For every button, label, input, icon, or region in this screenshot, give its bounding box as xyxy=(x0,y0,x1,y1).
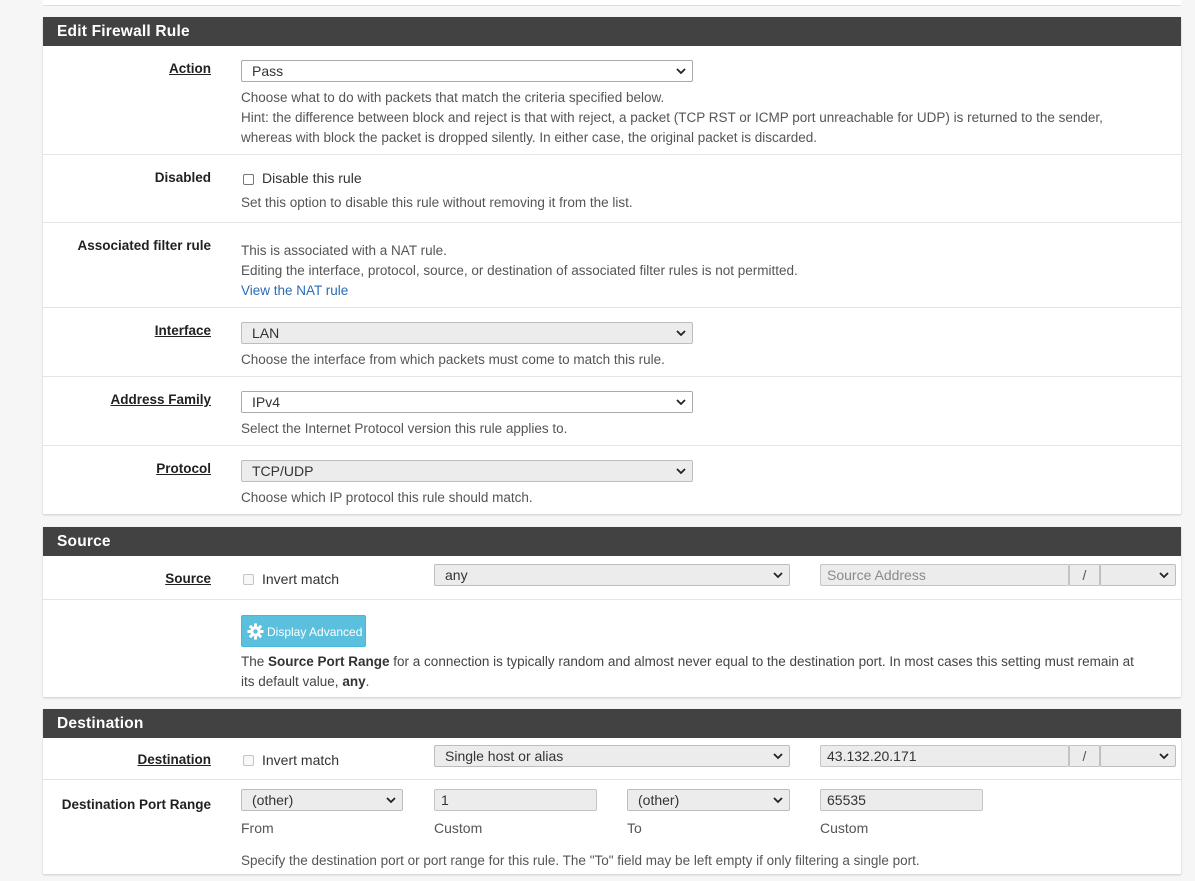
action-help-line-2: Hint: the difference between block and r… xyxy=(241,110,1103,125)
source-type-value: any xyxy=(445,567,468,583)
address-family-row: Address Family IPv4 Select the Internet … xyxy=(43,377,1181,446)
destination-type-select[interactable]: Single host or alias xyxy=(434,745,790,767)
view-nat-rule-link[interactable]: View the NAT rule xyxy=(241,281,348,301)
address-family-select-value: IPv4 xyxy=(252,394,281,410)
port-to-select-value: (other) xyxy=(638,792,680,808)
protocol-select-value: TCP/UDP xyxy=(252,463,314,479)
edit-firewall-rule-panel: Edit Firewall Rule Action Pass Choose wh… xyxy=(43,17,1181,514)
panel-title: Edit Firewall Rule xyxy=(43,17,1181,46)
chevron-down-icon xyxy=(676,68,686,75)
action-select-value: Pass xyxy=(252,63,284,79)
destination-slash: / xyxy=(1069,745,1100,767)
destination-port-range-label: Destination Port Range xyxy=(61,797,211,812)
source-mask-select[interactable] xyxy=(1100,564,1176,586)
source-invert-match-label[interactable]: Invert match xyxy=(262,571,339,587)
source-advanced-help-line-1: The Source Port Range for a connection i… xyxy=(241,652,1171,672)
destination-mask-select[interactable] xyxy=(1100,745,1176,767)
disabled-row: Disabled Disable this rule Set this opti… xyxy=(43,155,1181,223)
chevron-down-icon xyxy=(1159,572,1169,579)
destination-port-range-row: Destination Port Range (other) 1 (other)… xyxy=(43,780,1181,874)
destination-port-from-select[interactable]: (other) xyxy=(241,789,403,811)
associated-line-2: Editing the interface, protocol, source,… xyxy=(241,263,798,278)
chevron-down-icon xyxy=(676,399,686,406)
chevron-down-icon xyxy=(676,468,686,475)
help-prefix: The xyxy=(241,654,269,669)
source-advanced-help: The Source Port Range for a connection i… xyxy=(241,652,1171,692)
protocol-help: Choose which IP protocol this rule shoul… xyxy=(241,490,533,505)
protocol-select[interactable]: TCP/UDP xyxy=(241,460,693,482)
chevron-down-icon xyxy=(1159,753,1169,760)
interface-help: Choose the interface from which packets … xyxy=(241,352,665,367)
to-custom-caption: Custom xyxy=(820,820,869,836)
protocol-row: Protocol TCP/UDP Choose which IP protoco… xyxy=(43,446,1181,514)
action-row: Action Pass Choose what to do with packe… xyxy=(43,46,1181,155)
help-line2-suffix: . xyxy=(365,674,370,689)
destination-invert-match-checkbox[interactable] xyxy=(243,755,254,766)
associated-line-1: This is associated with a NAT rule. xyxy=(241,243,447,258)
action-help: Choose what to do with packets that matc… xyxy=(241,88,1171,148)
source-advanced-row: Display Advanced The Source Port Range f… xyxy=(43,600,1181,697)
chevron-down-icon xyxy=(773,572,783,579)
help-bold-any: any xyxy=(342,674,366,689)
source-label: Source xyxy=(165,571,211,586)
destination-port-to-custom-input[interactable]: 65535 xyxy=(820,789,983,811)
source-advanced-help-line-2: its default value, any. xyxy=(241,672,1171,692)
disable-rule-checkbox[interactable] xyxy=(243,174,254,185)
interface-select[interactable]: LAN xyxy=(241,322,693,344)
destination-label: Destination xyxy=(137,752,211,767)
chevron-down-icon xyxy=(773,797,783,804)
help-mid: for a connection is typically random and… xyxy=(389,654,1134,669)
action-label: Action xyxy=(169,61,211,76)
interface-row: Interface LAN Choose the interface from … xyxy=(43,308,1181,377)
from-caption: From xyxy=(241,820,274,836)
display-advanced-button[interactable]: Display Advanced xyxy=(241,615,366,647)
chevron-down-icon xyxy=(386,797,396,804)
destination-invert-match-label[interactable]: Invert match xyxy=(262,752,339,768)
action-help-line-1: Choose what to do with packets that matc… xyxy=(241,90,665,105)
source-type-select[interactable]: any xyxy=(434,564,790,586)
address-family-select[interactable]: IPv4 xyxy=(241,391,693,413)
destination-address-input[interactable]: 43.132.20.171 xyxy=(820,745,1069,767)
from-custom-caption: Custom xyxy=(434,820,483,836)
disabled-help: Set this option to disable this rule wit… xyxy=(241,195,633,210)
destination-row: Destination Invert match Single host or … xyxy=(43,738,1181,780)
chevron-down-icon xyxy=(676,330,686,337)
interface-label: Interface xyxy=(154,323,211,338)
associated-filter-rule-label: Associated filter rule xyxy=(77,238,211,253)
help-bold-source-port-range: Source Port Range xyxy=(268,654,390,669)
gear-icon xyxy=(247,623,264,640)
display-advanced-label: Display Advanced xyxy=(267,625,363,639)
destination-port-to-select[interactable]: (other) xyxy=(627,789,790,811)
protocol-label: Protocol xyxy=(156,461,211,476)
source-invert-match-checkbox[interactable] xyxy=(243,574,254,585)
previous-panel-edge xyxy=(43,0,1181,6)
chevron-down-icon xyxy=(773,753,783,760)
disable-rule-checkbox-label[interactable]: Disable this rule xyxy=(262,170,362,186)
source-row: Source Invert match any Source Address / xyxy=(43,556,1181,600)
associated-filter-rule-row: Associated filter rule This is associate… xyxy=(43,223,1181,308)
source-panel: Source Source Invert match any Source Ad… xyxy=(43,527,1181,697)
source-address-input[interactable]: Source Address xyxy=(820,564,1069,586)
to-caption: To xyxy=(627,820,642,836)
destination-port-range-help: Specify the destination port or port ran… xyxy=(241,853,920,868)
action-help-line-3: whereas with block the packet is dropped… xyxy=(241,130,818,145)
help-line2-prefix: its default value, xyxy=(241,674,343,689)
source-slash: / xyxy=(1069,564,1100,586)
interface-select-value: LAN xyxy=(252,325,280,341)
destination-port-from-custom-input[interactable]: 1 xyxy=(434,789,597,811)
address-family-help: Select the Internet Protocol version thi… xyxy=(241,421,568,436)
port-from-select-value: (other) xyxy=(252,792,294,808)
destination-panel: Destination Destination Invert match Sin… xyxy=(43,709,1181,874)
action-select[interactable]: Pass xyxy=(241,60,693,82)
source-panel-title: Source xyxy=(43,527,1181,556)
destination-panel-title: Destination xyxy=(43,709,1181,738)
destination-type-value: Single host or alias xyxy=(445,748,564,764)
disabled-label: Disabled xyxy=(154,170,211,185)
address-family-label: Address Family xyxy=(110,392,211,407)
